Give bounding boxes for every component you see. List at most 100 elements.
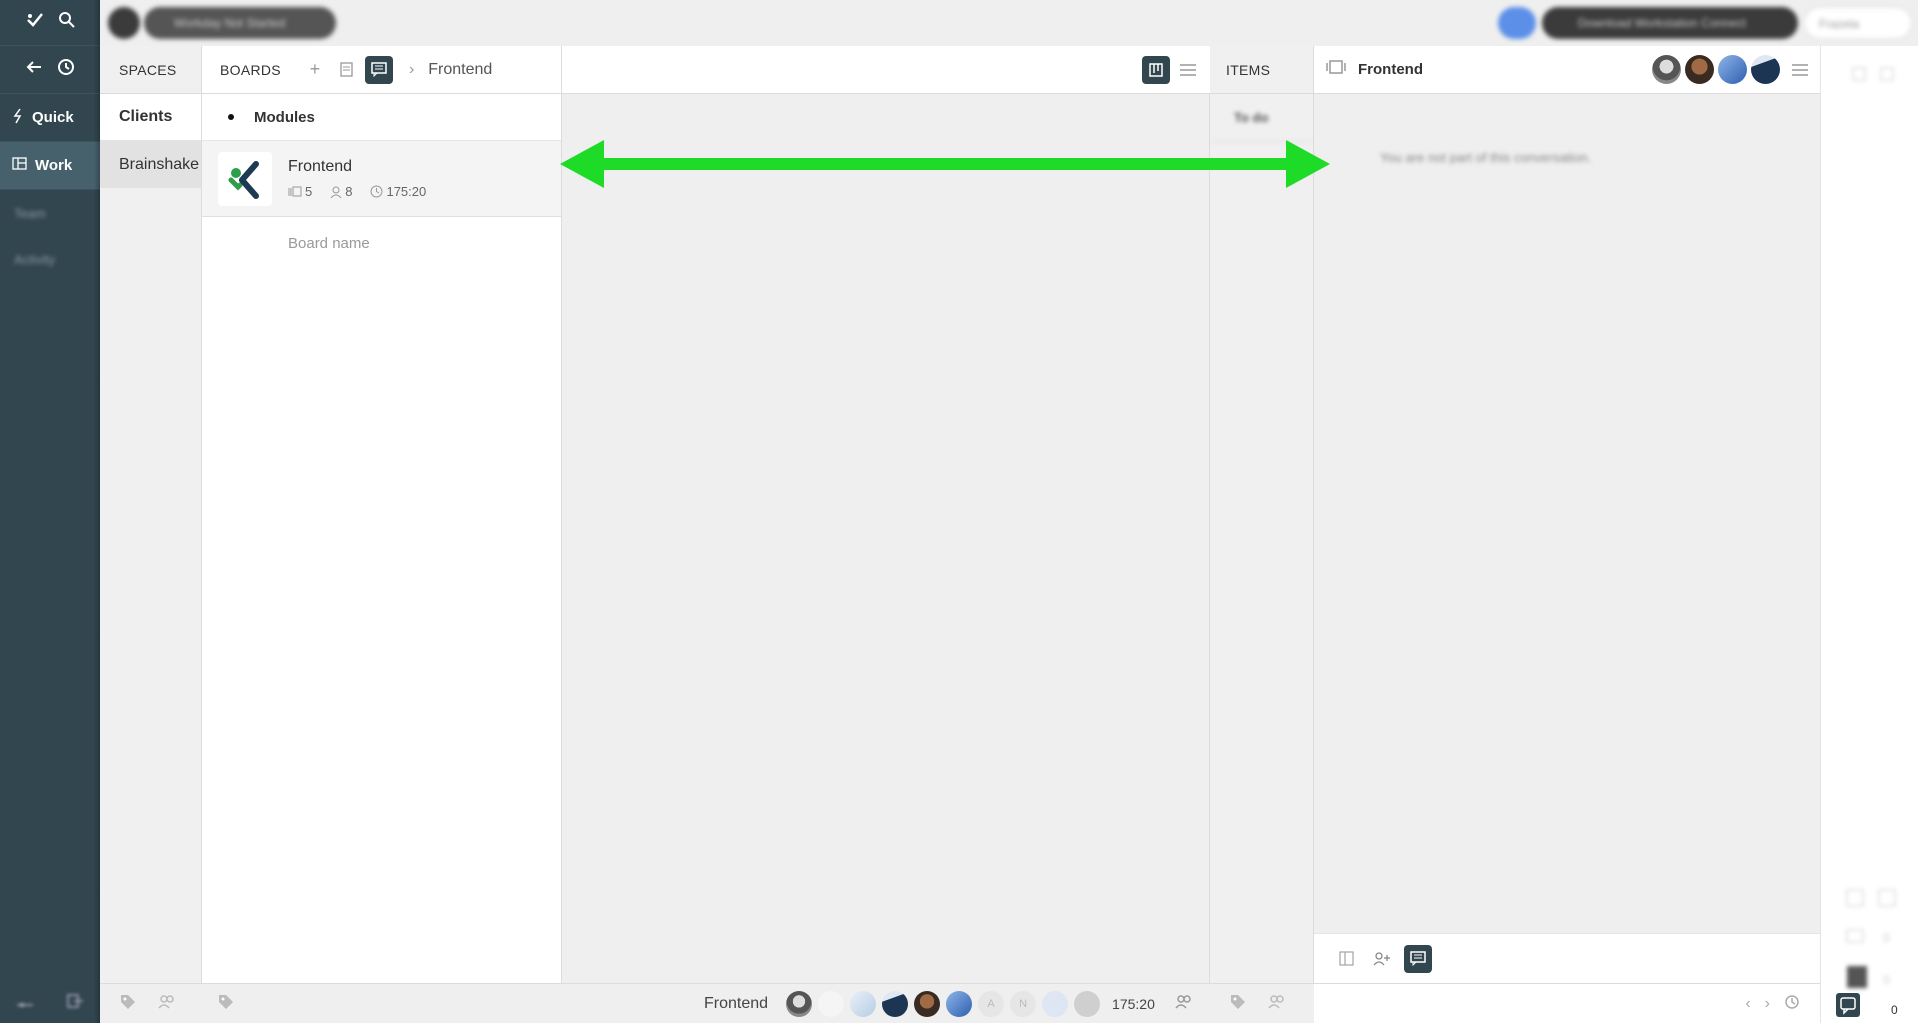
lightning-icon	[12, 108, 24, 128]
rail-history	[0, 46, 100, 94]
side-panel-icons-bottom[interactable]: 0 0	[1843, 886, 1903, 996]
chat-icon[interactable]	[364, 55, 393, 84]
nav-team-blurred[interactable]: Team	[0, 190, 100, 236]
kanban-view-icon[interactable]	[1142, 56, 1170, 84]
board-icon	[12, 157, 27, 174]
board-meta: 5 8 175:20	[288, 184, 426, 199]
breadcrumb-board[interactable]: Frontend	[428, 61, 492, 79]
download-connect-label: Download Workstation Connect	[1578, 16, 1746, 30]
next-chevron-icon[interactable]: ›	[1765, 995, 1770, 1013]
download-connect-pill[interactable]: Download Workstation Connect	[1542, 7, 1798, 39]
avatar[interactable]	[1751, 55, 1780, 84]
svg-text:0: 0	[1883, 931, 1890, 945]
rail-top	[0, 0, 100, 46]
participant-avatars	[1652, 55, 1780, 84]
items-count-value: 5	[305, 184, 313, 199]
left-rail: Quick Work Team Activity	[0, 0, 100, 1023]
back-arrow-icon[interactable]	[25, 58, 43, 81]
rail-bottom	[0, 983, 100, 1023]
avatar[interactable]	[786, 991, 813, 1017]
split-view-icon[interactable]	[1332, 945, 1360, 973]
avatar[interactable]	[914, 991, 941, 1017]
nav-work-label: Work	[35, 157, 73, 174]
status-bar: Frontend A N 175:20 ‹ ›	[100, 983, 1820, 1023]
prev-chevron-icon[interactable]: ‹	[1745, 995, 1750, 1013]
board-logo	[218, 151, 272, 206]
footer-members-icon[interactable]	[1175, 994, 1193, 1014]
chat-notice: You are not part of this conversation.	[1380, 150, 1592, 165]
nav-team-label: Team	[14, 205, 46, 221]
avatar[interactable]	[1718, 55, 1747, 84]
new-board-input[interactable]: Board name	[202, 217, 561, 269]
document-icon[interactable]	[333, 56, 361, 84]
group-modules[interactable]: Modules	[202, 94, 561, 141]
avatar[interactable]	[1074, 991, 1101, 1017]
nav-work[interactable]: Work	[0, 142, 100, 190]
avatar[interactable]	[946, 991, 973, 1017]
board-canvas	[562, 94, 1210, 983]
logout-icon[interactable]	[66, 993, 84, 1014]
items-users-icon[interactable]	[1268, 995, 1286, 1013]
menu-icon[interactable]	[1174, 56, 1202, 84]
tag-icon[interactable]	[120, 994, 136, 1014]
chat-panel: Frontend You are not part of this conver…	[1314, 46, 1820, 983]
user-icon	[330, 186, 342, 198]
top-bar: Workday Not Started Download Workstation…	[100, 0, 1918, 46]
right-side-panel: 0 0 0	[1820, 46, 1918, 1023]
avatar[interactable]	[882, 991, 909, 1017]
settings-sliders-icon[interactable]	[16, 993, 34, 1014]
chat-messages-icon[interactable]	[1404, 944, 1432, 973]
chat-bubble-icon[interactable]	[1836, 993, 1860, 1017]
avatar[interactable]	[850, 991, 877, 1017]
group-label: Modules	[254, 108, 315, 126]
side-panel-icons-top[interactable]	[1851, 66, 1901, 82]
spaces-column: SPACES Clients Brainshake	[100, 46, 202, 983]
search-icon[interactable]	[58, 11, 76, 34]
video-call-icon[interactable]	[1326, 59, 1346, 80]
chat-history-icon[interactable]	[1784, 994, 1800, 1015]
avatar[interactable]	[818, 991, 845, 1017]
space-item-label: Clients	[119, 108, 173, 125]
space-item-brainshake[interactable]: Brainshake	[100, 141, 201, 188]
add-board-icon[interactable]: +	[301, 56, 329, 84]
spaces-footer	[120, 984, 198, 1023]
board-item-frontend[interactable]: Frontend 5 8 175:20	[202, 141, 561, 217]
members-count: 8	[330, 184, 352, 199]
boards-header: BOARDS + › Frontend	[202, 46, 561, 94]
time-value: 175:20	[386, 184, 427, 199]
avatar[interactable]	[1652, 55, 1681, 84]
avatar-initial[interactable]: A	[978, 991, 1005, 1017]
bullet-icon	[228, 114, 234, 120]
clock-icon	[370, 185, 383, 198]
items-tag-icon[interactable]	[1230, 994, 1246, 1014]
users-icon[interactable]	[158, 995, 176, 1013]
item-list-row[interactable]: To do	[1210, 94, 1313, 142]
board-footer-info: Frontend A N 175:20	[704, 984, 1193, 1023]
nav-quick[interactable]: Quick	[0, 94, 100, 142]
avatar-initial[interactable]: N	[1010, 991, 1037, 1017]
board-title: Frontend	[288, 158, 353, 175]
nav-activity-blurred[interactable]: Activity	[0, 236, 100, 282]
user-menu-pill[interactable]: Frazela	[1804, 7, 1912, 39]
spaces-header: SPACES	[100, 46, 201, 94]
add-user-icon[interactable]	[1368, 945, 1396, 973]
avatar[interactable]	[1685, 55, 1714, 84]
footer-board-name: Frontend	[704, 995, 769, 1012]
board-view-header	[562, 46, 1210, 94]
space-item-clients[interactable]: Clients	[100, 94, 201, 141]
workday-status-pill[interactable]: Workday Not Started	[144, 7, 336, 39]
chat-menu-icon[interactable]	[1786, 56, 1814, 84]
boards-column: BOARDS + › Frontend Modules Frontend 5 8…	[202, 46, 562, 983]
history-icon[interactable]	[57, 58, 75, 81]
boards-footer	[218, 984, 256, 1023]
time-tracked: 175:20	[370, 184, 426, 199]
camera-toggle-icon[interactable]	[108, 7, 140, 39]
board-tag-icon[interactable]	[218, 994, 234, 1014]
user-menu-label: Frazela	[1819, 17, 1860, 31]
workday-status-label: Workday Not Started	[174, 16, 286, 30]
unread-count: 0	[1891, 1003, 1898, 1017]
items-footer	[1230, 984, 1308, 1023]
status-indicator-icon[interactable]	[1498, 7, 1536, 39]
avatar[interactable]	[1042, 991, 1069, 1017]
brand-logo-icon[interactable]	[25, 10, 45, 35]
